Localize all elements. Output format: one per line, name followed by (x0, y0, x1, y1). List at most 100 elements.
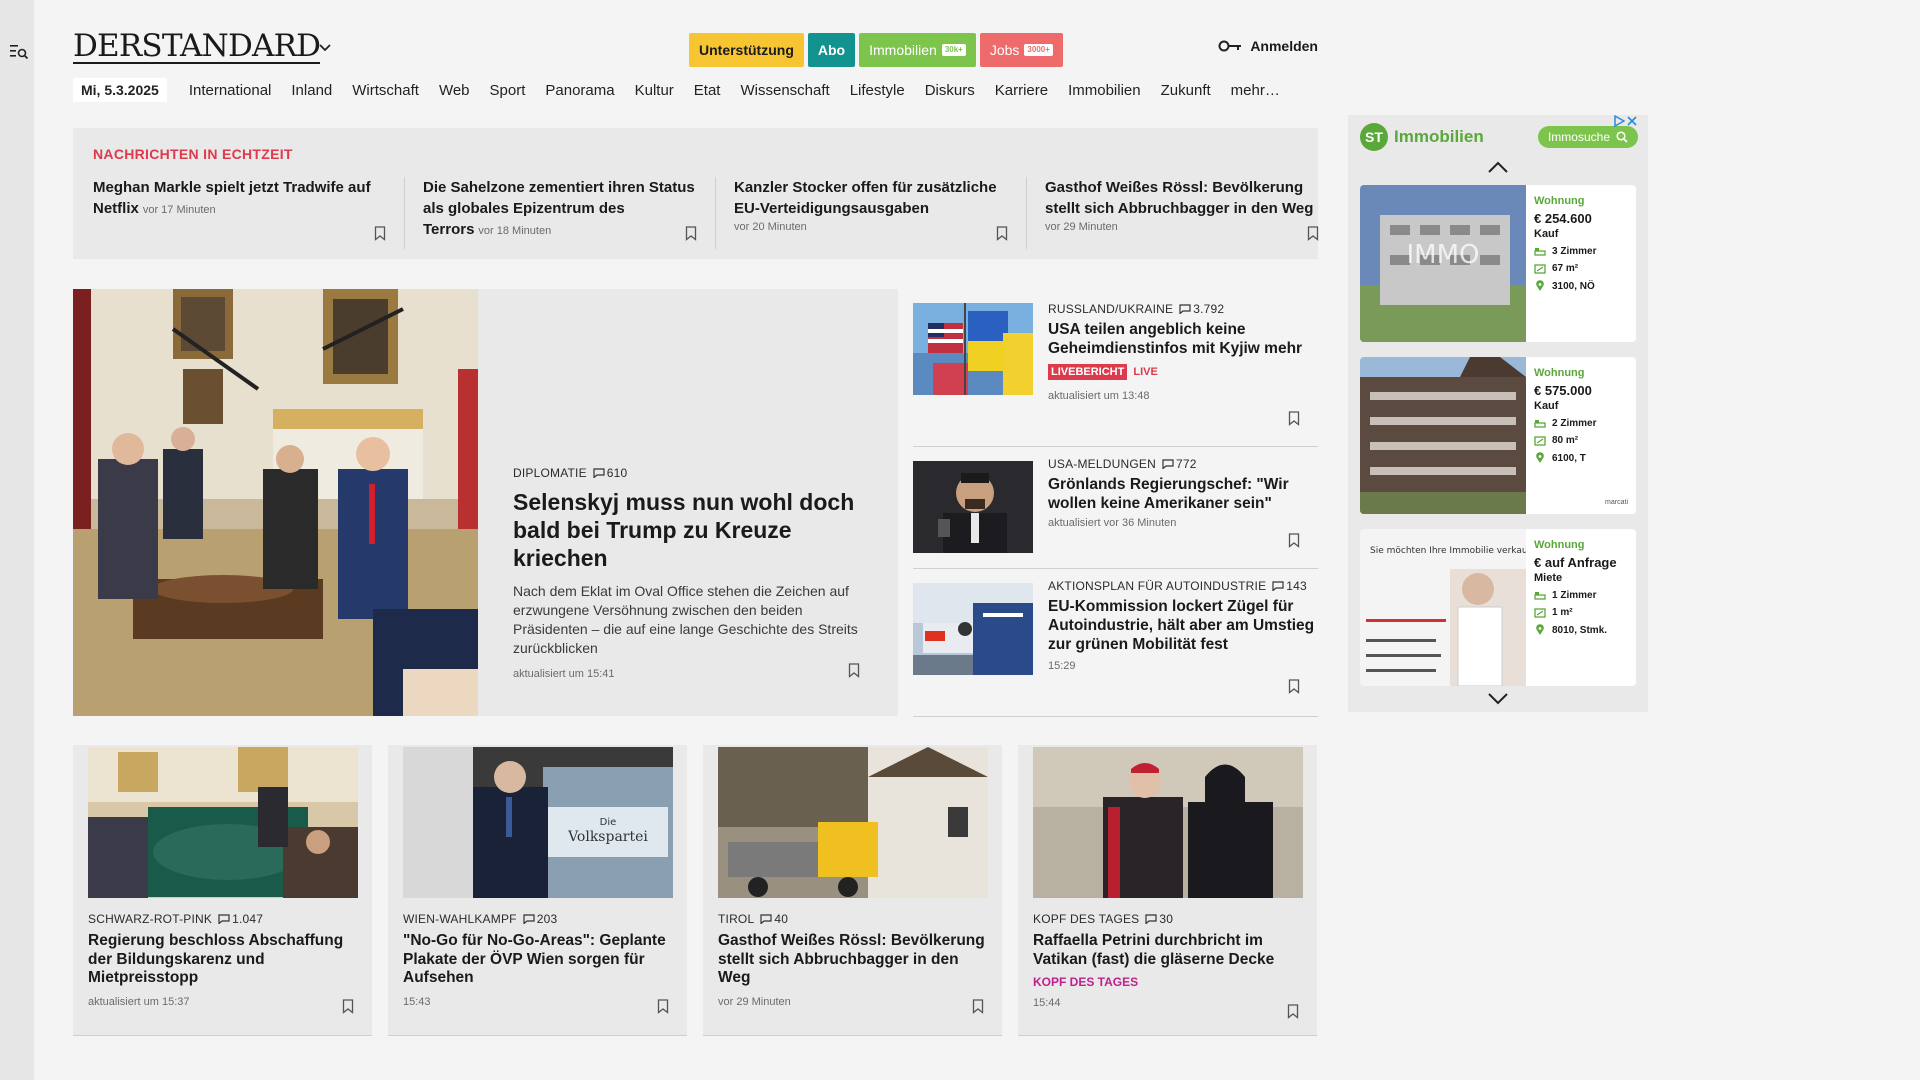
nav-item-panorama[interactable]: Panorama (535, 82, 624, 99)
nav-item-wissenschaft[interactable]: Wissenschaft (730, 82, 839, 99)
ticker-item[interactable]: Gasthof Weißes Rössl: Bevölkerung stellt… (1026, 177, 1337, 249)
side-article-image[interactable] (913, 583, 1033, 675)
nav-item-diskurs[interactable]: Diskurs (915, 82, 985, 99)
chevron-down-icon[interactable] (319, 44, 331, 52)
bookmark-icon[interactable] (685, 226, 697, 241)
side-article-meta: aktualisiert um 13:48 (1048, 390, 1150, 402)
bookmark-icon[interactable] (657, 999, 669, 1014)
lead-title[interactable]: Selenskyj muss nun wohl doch bald bei Tr… (513, 488, 873, 572)
chevron-up-icon[interactable] (1488, 161, 1508, 173)
ticker-title[interactable]: Die Sahelzone zementiert ihren Status al… (423, 179, 695, 238)
comment-count[interactable]: 772 (1162, 457, 1197, 471)
ad-logo[interactable]: ST (1360, 123, 1388, 151)
comment-icon (523, 914, 535, 924)
lead-image[interactable] (73, 289, 478, 716)
listing-area-value: 67 m² (1552, 263, 1579, 274)
side-article-image[interactable] (913, 461, 1033, 553)
ad-choices-icon[interactable] (1613, 115, 1625, 127)
article-title[interactable]: Gasthof Weißes Rössl: Bevölkerung stellt… (718, 932, 988, 988)
card-kicker: WIEN-WAHLKAMPF 203 (403, 912, 673, 926)
nav-item-lifestyle[interactable]: Lifestyle (840, 82, 915, 99)
article-title[interactable]: "No-Go für No-Go-Areas": Geplante Plakat… (403, 932, 673, 988)
nav-item-more[interactable]: mehr… (1221, 82, 1290, 99)
listing-card[interactable]: IMMO Wohnung € 254.600 Kauf 3 Zimmer 67 … (1360, 185, 1636, 342)
bookmark-icon[interactable] (1287, 1004, 1299, 1019)
nav-item-karriere[interactable]: Karriere (985, 82, 1058, 99)
ticker-item[interactable]: Kanzler Stocker offen für zusätzliche EU… (715, 177, 1026, 249)
close-icon[interactable] (1626, 115, 1638, 127)
side-article-image[interactable] (913, 303, 1033, 395)
bookmark-icon[interactable] (972, 999, 984, 1014)
nav-item-sport[interactable]: Sport (480, 82, 536, 99)
lead-meta: aktualisiert um 15:41 (513, 668, 615, 680)
comment-count-value: 203 (536, 912, 558, 926)
ticker-item[interactable]: Die Sahelzone zementiert ihren Status al… (404, 177, 715, 249)
nav-item-web[interactable]: Web (429, 82, 480, 99)
nav-item-inland[interactable]: Inland (281, 82, 342, 99)
side-article[interactable]: RUSSLAND/UKRAINE 3.792 USA teilen angebl… (913, 289, 1318, 447)
nav-item-immobilien[interactable]: Immobilien (1058, 82, 1151, 99)
kicker-label: TIROL (718, 912, 755, 926)
bookmark-icon[interactable] (1288, 411, 1300, 426)
article-card[interactable]: TIROL 40 Gasthof Weißes Rössl: Bevölkeru… (703, 745, 1002, 1036)
listing-image[interactable]: IMMO (1360, 185, 1526, 342)
ad-brand[interactable]: Immobilien (1394, 127, 1484, 147)
bookmark-icon[interactable] (1288, 679, 1300, 694)
article-image[interactable] (88, 747, 358, 898)
menu-search-icon[interactable] (10, 44, 28, 60)
article-image[interactable] (1033, 747, 1303, 898)
login-button[interactable]: Anmelden (1218, 38, 1318, 54)
bookmark-icon[interactable] (374, 226, 386, 241)
ticker-title[interactable]: Kanzler Stocker offen für zusätzliche EU… (734, 177, 1008, 219)
nav-item-wirtschaft[interactable]: Wirtschaft (342, 82, 429, 99)
bookmark-icon[interactable] (342, 999, 354, 1014)
nav-item-zukunft[interactable]: Zukunft (1151, 82, 1221, 99)
bookmark-icon[interactable] (848, 663, 860, 678)
article-card[interactable]: KOPF DES TAGES 30 Raffaella Petrini durc… (1018, 745, 1317, 1036)
abo-button[interactable]: Abo (807, 33, 856, 67)
advertisement[interactable]: ST Immobilien Immosuche IMMO Wohnung € 2… (1348, 115, 1648, 712)
article-title[interactable]: Raffaella Petrini durchbricht im Vatikan… (1033, 932, 1303, 969)
listing-image[interactable] (1360, 357, 1526, 514)
comment-count[interactable]: 1.047 (218, 912, 263, 926)
side-article-title[interactable]: USA teilen angeblich keine Geheimdiensti… (1048, 320, 1318, 358)
article-image[interactable]: Die Volkspartei (403, 747, 673, 898)
side-article-title[interactable]: Grönlands Regierungschef: "Wir wollen ke… (1048, 475, 1318, 513)
ticker-title[interactable]: Gasthof Weißes Rössl: Bevölkerung stellt… (1045, 177, 1319, 219)
listing-type: Wohnung (1534, 195, 1585, 207)
comment-count[interactable]: 40 (760, 912, 788, 926)
comment-count[interactable]: 30 (1145, 912, 1173, 926)
comment-count[interactable]: 203 (523, 912, 558, 926)
comment-count[interactable]: 3.792 (1179, 302, 1224, 316)
ticker-item[interactable]: Meghan Markle spielt jetzt Tradwife auf … (93, 177, 404, 249)
bookmark-icon[interactable] (1288, 533, 1300, 548)
lead-article[interactable]: DIPLOMATIE 610 Selenskyj muss nun wohl d… (73, 289, 898, 716)
side-article[interactable]: USA-MELDUNGEN 772 Grönlands Regierungsch… (913, 447, 1318, 569)
listing-image[interactable]: Sie möchten Ihre Immobilie verkaufen ? (1360, 529, 1526, 686)
article-title[interactable]: Regierung beschloss Abschaffung der Bild… (88, 932, 358, 988)
bookmark-icon[interactable] (996, 226, 1008, 241)
lead-kicker: DIPLOMATIE 610 (513, 466, 873, 480)
article-card[interactable]: Die Volkspartei WIEN-WAHLKAMPF 203 "No-G… (388, 745, 687, 1036)
site-logo[interactable]: DERSTANDARD (73, 30, 321, 64)
side-article[interactable]: AKTIONSPLAN FÜR AUTOINDUSTRIE 143 EU-Kom… (913, 569, 1318, 717)
area-icon (1534, 263, 1546, 274)
article-card[interactable]: SCHWARZ-ROT-PINK 1.047 Regierung beschlo… (73, 745, 372, 1036)
nav-item-international[interactable]: International (179, 82, 282, 99)
immo-button[interactable]: Immobilien 30k+ (859, 33, 976, 67)
comment-count[interactable]: 610 (593, 466, 628, 480)
ad-search-button[interactable]: Immosuche (1537, 126, 1638, 148)
listing-card[interactable]: Sie möchten Ihre Immobilie verkaufen ? W… (1360, 529, 1636, 686)
kicker-label: SCHWARZ-ROT-PINK (88, 912, 213, 926)
comment-count[interactable]: 143 (1272, 579, 1307, 593)
chevron-down-icon[interactable] (1488, 693, 1508, 705)
ticker-title[interactable]: Meghan Markle spielt jetzt Tradwife auf … (93, 179, 371, 217)
bookmark-icon[interactable] (1307, 226, 1319, 241)
nav-item-kultur[interactable]: Kultur (625, 82, 684, 99)
side-article-title[interactable]: EU-Kommission lockert Zügel für Autoindu… (1048, 597, 1318, 654)
article-image[interactable] (718, 747, 988, 898)
listing-card[interactable]: Wohnung € 575.000 Kauf 2 Zimmer 80 m² 61… (1360, 357, 1636, 514)
support-button[interactable]: Unterstützung (689, 33, 804, 67)
jobs-button[interactable]: Jobs 3000+ (979, 33, 1063, 67)
nav-item-etat[interactable]: Etat (684, 82, 731, 99)
